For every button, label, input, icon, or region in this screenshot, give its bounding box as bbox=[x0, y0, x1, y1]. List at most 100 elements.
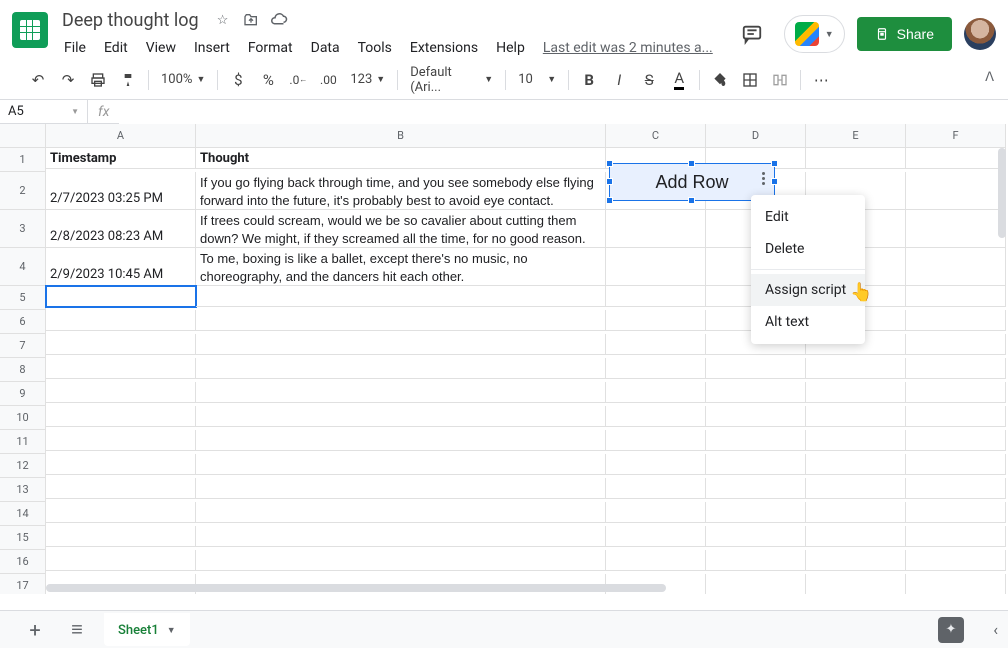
cell[interactable] bbox=[706, 454, 806, 475]
menu-extensions[interactable]: Extensions bbox=[402, 36, 486, 60]
row-header[interactable]: 17 bbox=[0, 574, 46, 594]
menu-insert[interactable]: Insert bbox=[186, 36, 238, 60]
col-header[interactable]: A bbox=[46, 124, 196, 148]
star-icon[interactable]: ☆ bbox=[213, 10, 233, 30]
cell[interactable] bbox=[906, 310, 1006, 331]
account-avatar[interactable] bbox=[964, 18, 996, 50]
cell[interactable] bbox=[906, 148, 1006, 169]
bold-icon[interactable]: B bbox=[575, 66, 603, 94]
cell[interactable]: If trees could scream, would we be so ca… bbox=[196, 210, 606, 248]
merge-cells-icon[interactable] bbox=[766, 66, 794, 94]
cell[interactable] bbox=[806, 502, 906, 523]
cell[interactable] bbox=[706, 406, 806, 427]
cell[interactable] bbox=[806, 382, 906, 403]
cell[interactable] bbox=[906, 210, 1006, 248]
row-header[interactable]: 5 bbox=[0, 286, 46, 310]
cell[interactable] bbox=[606, 454, 706, 475]
paint-format-icon[interactable] bbox=[114, 66, 142, 94]
formula-bar[interactable] bbox=[119, 100, 1008, 124]
row-header[interactable]: 12 bbox=[0, 454, 46, 478]
menu-data[interactable]: Data bbox=[303, 36, 348, 60]
sheets-logo[interactable] bbox=[12, 12, 48, 48]
cell[interactable]: 2/9/2023 10:45 AM bbox=[46, 248, 196, 286]
menu-file[interactable]: File bbox=[56, 36, 94, 60]
ctx-edit[interactable]: Edit bbox=[751, 201, 865, 233]
increase-decimal-icon[interactable]: .00 bbox=[314, 66, 342, 94]
cell[interactable] bbox=[706, 430, 806, 451]
cell[interactable] bbox=[606, 526, 706, 547]
menu-help[interactable]: Help bbox=[488, 36, 533, 60]
share-button[interactable]: Share bbox=[857, 17, 952, 51]
cell[interactable] bbox=[806, 358, 906, 379]
col-header[interactable]: C bbox=[606, 124, 706, 148]
comment-history-icon[interactable] bbox=[732, 14, 772, 54]
cell[interactable] bbox=[196, 358, 606, 379]
cell[interactable] bbox=[806, 430, 906, 451]
row-header[interactable]: 13 bbox=[0, 478, 46, 502]
cell[interactable] bbox=[706, 382, 806, 403]
ctx-alt-text[interactable]: Alt text bbox=[751, 306, 865, 338]
print-icon[interactable] bbox=[84, 66, 112, 94]
row-header[interactable]: 14 bbox=[0, 502, 46, 526]
drawing-options-icon[interactable] bbox=[756, 168, 770, 188]
add-row-drawing-button[interactable]: Add Row bbox=[609, 163, 775, 201]
cell[interactable] bbox=[46, 310, 196, 331]
row-header[interactable]: 3 bbox=[0, 210, 46, 248]
cell[interactable] bbox=[906, 382, 1006, 403]
cell[interactable] bbox=[606, 550, 706, 571]
cell[interactable] bbox=[906, 406, 1006, 427]
cell[interactable] bbox=[906, 358, 1006, 379]
decrease-decimal-icon[interactable]: .0← bbox=[284, 66, 312, 94]
row-header[interactable]: 6 bbox=[0, 310, 46, 334]
cell[interactable] bbox=[906, 478, 1006, 499]
text-color-icon[interactable]: A bbox=[665, 66, 693, 94]
more-toolbar-icon[interactable]: ⋯ bbox=[807, 66, 835, 94]
strikethrough-icon[interactable]: S bbox=[635, 66, 663, 94]
side-panel-toggle-icon[interactable]: ‹ bbox=[993, 620, 998, 639]
select-all-corner[interactable] bbox=[0, 124, 46, 148]
cell[interactable] bbox=[906, 334, 1006, 355]
cell[interactable] bbox=[706, 526, 806, 547]
cell[interactable] bbox=[196, 286, 606, 307]
more-formats[interactable]: 123▼ bbox=[344, 67, 391, 93]
cell[interactable] bbox=[606, 310, 706, 331]
move-icon[interactable] bbox=[241, 10, 261, 30]
row-header[interactable]: 16 bbox=[0, 550, 46, 574]
cell[interactable] bbox=[46, 406, 196, 427]
horizontal-scrollbar[interactable] bbox=[46, 582, 994, 594]
cell[interactable] bbox=[606, 478, 706, 499]
cell[interactable] bbox=[606, 286, 706, 307]
currency-icon[interactable]: $ bbox=[224, 66, 252, 94]
cell[interactable] bbox=[906, 172, 1006, 210]
cell[interactable] bbox=[196, 454, 606, 475]
row-header[interactable]: 7 bbox=[0, 334, 46, 358]
cell[interactable] bbox=[46, 526, 196, 547]
add-sheet-icon[interactable]: + bbox=[20, 615, 50, 645]
row-header[interactable]: 15 bbox=[0, 526, 46, 550]
col-header[interactable]: F bbox=[906, 124, 1006, 148]
cell[interactable] bbox=[906, 248, 1006, 286]
ctx-assign-script[interactable]: Assign script bbox=[751, 274, 865, 306]
cell[interactable]: 2/8/2023 08:23 AM bbox=[46, 210, 196, 248]
cell[interactable] bbox=[606, 382, 706, 403]
active-cell[interactable] bbox=[46, 286, 196, 307]
cell[interactable] bbox=[606, 358, 706, 379]
meet-button[interactable]: ▼ bbox=[784, 15, 845, 53]
cell[interactable] bbox=[906, 502, 1006, 523]
font-select[interactable]: Default (Ari...▼ bbox=[404, 67, 499, 93]
cell[interactable] bbox=[196, 430, 606, 451]
cell[interactable]: If you go flying back through time, and … bbox=[196, 172, 606, 210]
menu-tools[interactable]: Tools bbox=[350, 36, 400, 60]
vertical-scrollbar[interactable] bbox=[996, 124, 1008, 594]
row-header[interactable]: 9 bbox=[0, 382, 46, 406]
cell[interactable] bbox=[46, 550, 196, 571]
row-header[interactable]: 8 bbox=[0, 358, 46, 382]
cell[interactable] bbox=[706, 502, 806, 523]
cell[interactable] bbox=[606, 406, 706, 427]
sheet-tab-1[interactable]: Sheet1▼ bbox=[104, 613, 190, 646]
doc-title[interactable]: Deep thought log bbox=[56, 8, 205, 33]
row-header[interactable]: 1 bbox=[0, 148, 46, 172]
zoom-select[interactable]: 100%▼ bbox=[155, 67, 211, 93]
menu-edit[interactable]: Edit bbox=[96, 36, 136, 60]
undo-icon[interactable]: ↶ bbox=[24, 66, 52, 94]
